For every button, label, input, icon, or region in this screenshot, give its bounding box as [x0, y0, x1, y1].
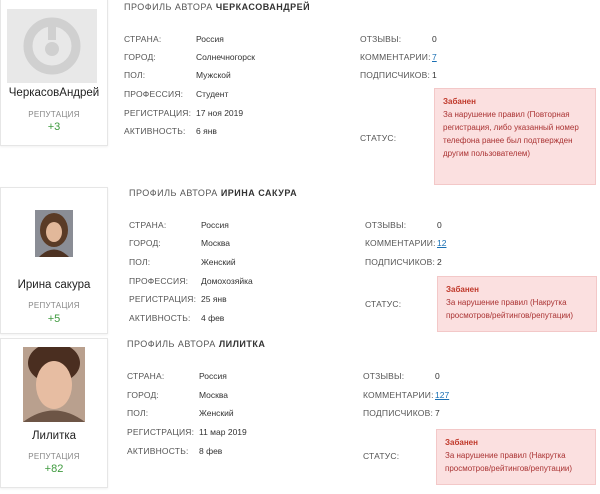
field-label-reviews: ОТЗЫВЫ:: [365, 220, 407, 230]
field-label-status: СТАТУС:: [363, 451, 400, 461]
user-card: Ирина сакура РЕПУТАЦИЯ +5: [0, 187, 108, 334]
field-label-city: ГОРОД:: [129, 238, 161, 248]
field-value-city: Солнечногорск: [196, 52, 255, 62]
title-prefix: ПРОФИЛЬ АВТОРА: [129, 188, 218, 198]
field-label-country: СТРАНА:: [129, 220, 167, 230]
field-label-city: ГОРОД:: [127, 390, 159, 400]
default-avatar-icon[interactable]: [7, 9, 97, 83]
field-label-subscribers: ПОДПИСЧИКОВ:: [360, 70, 431, 80]
field-label-subscribers: ПОДПИСЧИКОВ:: [365, 257, 436, 267]
field-value-subscribers: 2: [437, 257, 442, 267]
comments-link[interactable]: 127: [435, 390, 449, 400]
ban-notice: Забанен За нарушение правил (Накрутка пр…: [436, 429, 596, 485]
field-label-status: СТАТУС:: [365, 299, 402, 309]
field-label-registration: РЕГИСТРАЦИЯ:: [127, 427, 195, 437]
comments-link[interactable]: 7: [432, 52, 437, 62]
field-label-gender: ПОЛ:: [127, 408, 149, 418]
field-value-activity: 6 янв: [196, 126, 217, 136]
field-label-country: СТРАНА:: [127, 371, 165, 381]
ban-reason: За нарушение правил (Накрутка просмотров…: [446, 298, 574, 320]
field-label-comments: КОММЕНТАРИИ:: [363, 390, 434, 400]
profile-title: ПРОФИЛЬ АВТОРА ЧЕРКАСОВАНДРЕЙ: [124, 2, 310, 12]
field-value-registration: 25 янв: [201, 294, 227, 304]
field-label-subscribers: ПОДПИСЧИКОВ:: [363, 408, 434, 418]
ban-notice: Забанен За нарушение правил (Повторная р…: [434, 88, 596, 185]
field-label-reviews: ОТЗЫВЫ:: [363, 371, 405, 381]
title-prefix: ПРОФИЛЬ АВТОРА: [127, 339, 216, 349]
field-value-country: Россия: [196, 34, 224, 44]
user-photo[interactable]: [23, 347, 85, 422]
field-value-profession: Студент: [196, 89, 229, 99]
field-value-subscribers: 7: [435, 408, 440, 418]
field-label-comments: КОММЕНТАРИИ:: [360, 52, 431, 62]
reputation-label: РЕПУТАЦИЯ: [28, 452, 80, 461]
field-value-registration: 17 ноя 2019: [196, 108, 244, 118]
username-link[interactable]: Ирина сакура: [1, 279, 107, 291]
field-value-reviews: 0: [432, 34, 437, 44]
ban-title: Забанен: [445, 438, 478, 447]
field-label-gender: ПОЛ:: [124, 70, 146, 80]
field-label-gender: ПОЛ:: [129, 257, 151, 267]
field-value-city: Москва: [199, 390, 229, 400]
ban-title: Забанен: [443, 97, 476, 106]
field-value-activity: 8 фев: [199, 446, 223, 456]
username-link[interactable]: Лилитка: [1, 430, 107, 442]
field-label-status: СТАТУС:: [360, 133, 397, 143]
field-label-profession: ПРОФЕССИЯ:: [129, 276, 189, 286]
field-label-comments: КОММЕНТАРИИ:: [365, 238, 436, 248]
ban-reason: За нарушение правил (Повторная регистрац…: [443, 110, 579, 158]
user-card: ЧеркасовАндрей РЕПУТАЦИЯ +3: [0, 0, 108, 146]
field-label-activity: АКТИВНОСТЬ:: [124, 126, 186, 136]
field-label-activity: АКТИВНОСТЬ:: [127, 446, 189, 456]
field-value-subscribers: 1: [432, 70, 437, 80]
field-value-gender: Женский: [201, 257, 236, 267]
field-value-reviews: 0: [435, 371, 440, 381]
profile-block-3: Лилитка РЕПУТАЦИЯ +82 ПРОФИЛЬ АВТОРА ЛИЛ…: [0, 335, 600, 494]
ban-notice: Забанен За нарушение правил (Накрутка пр…: [437, 276, 597, 332]
reputation-label: РЕПУТАЦИЯ: [28, 301, 80, 310]
user-photo[interactable]: [35, 210, 73, 257]
author-name: ЛИЛИТКА: [218, 339, 266, 349]
user-card: Лилитка РЕПУТАЦИЯ +82: [0, 338, 108, 488]
ban-reason: За нарушение правил (Накрутка просмотров…: [445, 451, 573, 473]
field-value-reviews: 0: [437, 220, 442, 230]
field-value-activity: 4 фев: [201, 313, 225, 323]
profile-block-1: ЧеркасовАндрей РЕПУТАЦИЯ +3 ПРОФИЛЬ АВТО…: [0, 0, 600, 185]
field-value-city: Москва: [201, 238, 231, 248]
field-label-registration: РЕГИСТРАЦИЯ:: [124, 108, 192, 118]
field-value-gender: Женский: [199, 408, 234, 418]
field-value-profession: Домохозяйка: [201, 276, 253, 286]
reputation-value: +5: [47, 313, 61, 325]
field-label-profession: ПРОФЕССИЯ:: [124, 89, 184, 99]
profile-title: ПРОФИЛЬ АВТОРА ИРИНА САКУРА: [129, 188, 297, 198]
field-value-country: Россия: [201, 220, 229, 230]
profile-block-2: Ирина сакура РЕПУТАЦИЯ +5 ПРОФИЛЬ АВТОРА…: [0, 183, 600, 334]
field-label-registration: РЕГИСТРАЦИЯ:: [129, 294, 197, 304]
reputation-value: +3: [47, 121, 61, 133]
field-label-city: ГОРОД:: [124, 52, 156, 62]
author-name: ЧЕРКАСОВАНДРЕЙ: [215, 2, 311, 12]
field-label-country: СТРАНА:: [124, 34, 162, 44]
reputation-value: +82: [44, 463, 64, 475]
field-value-gender: Мужской: [196, 70, 231, 80]
ban-title: Забанен: [446, 285, 479, 294]
field-label-reviews: ОТЗЫВЫ:: [360, 34, 402, 44]
comments-link[interactable]: 12: [437, 238, 446, 248]
field-value-country: Россия: [199, 371, 227, 381]
title-prefix: ПРОФИЛЬ АВТОРА: [124, 2, 213, 12]
field-value-registration: 11 мар 2019: [199, 427, 247, 437]
profile-title: ПРОФИЛЬ АВТОРА ЛИЛИТКА: [127, 339, 265, 349]
username-link[interactable]: ЧеркасовАндрей: [1, 87, 107, 99]
reputation-label: РЕПУТАЦИЯ: [28, 110, 80, 119]
author-name: ИРИНА САКУРА: [220, 188, 298, 198]
field-label-activity: АКТИВНОСТЬ:: [129, 313, 191, 323]
